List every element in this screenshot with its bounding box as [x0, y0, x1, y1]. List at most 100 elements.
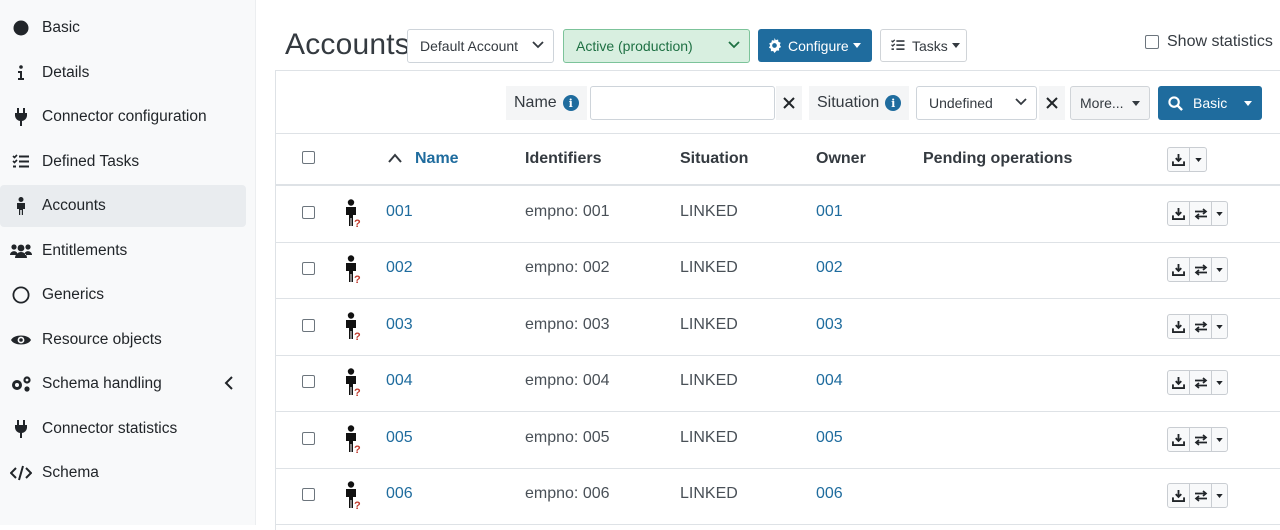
account-situation: LINKED	[680, 259, 738, 276]
sidebar-item-label: Details	[42, 64, 90, 81]
situation-filter-select[interactable]: Undefined	[916, 86, 1037, 120]
column-header-name[interactable]: Name	[415, 150, 459, 168]
import-button[interactable]	[1168, 202, 1190, 225]
sidebar-item-details[interactable]: Details	[0, 52, 246, 94]
clear-name-filter-button[interactable]	[776, 86, 802, 120]
search-mode-dropdown[interactable]	[1234, 86, 1262, 120]
sidebar-item-basic[interactable]: Basic	[0, 7, 246, 49]
caret-down-icon	[1216, 211, 1223, 216]
search-button[interactable]: Basic	[1158, 86, 1234, 120]
account-select-value: Default Account	[420, 38, 519, 54]
export-button[interactable]	[1168, 148, 1190, 171]
row-actions-dropdown[interactable]	[1212, 484, 1227, 507]
account-name-link[interactable]: 004	[386, 372, 413, 390]
sidebar-item-schema-handling[interactable]: Schema handling	[0, 363, 246, 405]
row-checkbox[interactable]	[302, 432, 315, 445]
sidebar-item-connector-configuration[interactable]: Connector configuration	[0, 96, 246, 138]
plug-icon	[10, 107, 32, 127]
synchronize-button[interactable]	[1190, 484, 1212, 507]
row-checkbox[interactable]	[302, 262, 315, 275]
account-name-link[interactable]: 002	[386, 259, 413, 277]
synchronize-button[interactable]	[1190, 315, 1212, 338]
caret-down-icon	[1194, 157, 1202, 162]
account-unknown-icon: ?	[340, 312, 364, 343]
situation-filter-label: Situation i	[809, 86, 910, 120]
task-list-icon	[10, 152, 32, 172]
sidebar-item-connector-statistics[interactable]: Connector statistics	[0, 408, 246, 450]
sidebar-item-label: Entitlements	[42, 242, 128, 259]
synchronize-button[interactable]	[1190, 428, 1212, 451]
sort-ascending-icon[interactable]	[387, 153, 403, 163]
import-button[interactable]	[1168, 371, 1190, 394]
account-owner-link[interactable]: 004	[816, 372, 843, 390]
lifecycle-state-select[interactable]: Active (production)	[563, 29, 750, 63]
row-actions-dropdown[interactable]	[1212, 371, 1227, 394]
account-owner-link[interactable]: 003	[816, 316, 843, 334]
export-dropdown[interactable]	[1190, 148, 1206, 171]
import-button[interactable]	[1168, 484, 1190, 507]
show-statistics-checkbox[interactable]	[1145, 35, 1159, 49]
account-owner-link[interactable]: 006	[816, 485, 843, 503]
import-button[interactable]	[1168, 258, 1190, 281]
chevron-down-icon	[531, 38, 545, 55]
chevron-left-icon[interactable]	[224, 375, 234, 396]
clear-situation-filter-button[interactable]	[1039, 86, 1065, 120]
configure-button[interactable]: Configure	[758, 29, 872, 62]
sidebar-item-generics[interactable]: Generics	[0, 274, 246, 316]
account-name-link[interactable]: 006	[386, 485, 413, 503]
row-checkbox[interactable]	[302, 206, 315, 219]
account-name-link[interactable]: 005	[386, 429, 413, 447]
row-divider	[276, 468, 1280, 469]
sidebar-item-label: Generics	[42, 286, 105, 303]
exchange-icon	[1194, 320, 1208, 333]
row-actions-dropdown[interactable]	[1212, 202, 1227, 225]
caret-down-icon	[1244, 100, 1252, 106]
import-button[interactable]	[1168, 315, 1190, 338]
tasks-button[interactable]: Tasks	[880, 29, 967, 62]
users-icon	[10, 241, 32, 261]
row-actions-dropdown[interactable]	[1212, 428, 1227, 451]
sidebar-item-label: Connector statistics	[42, 420, 178, 437]
synchronize-button[interactable]	[1190, 371, 1212, 394]
synchronize-button[interactable]	[1190, 202, 1212, 225]
sidebar-item-resource-objects[interactable]: Resource objects	[0, 319, 246, 361]
sidebar-item-schema[interactable]: Schema	[0, 452, 246, 494]
show-statistics-toggle[interactable]: Show statistics	[1145, 33, 1273, 51]
row-checkbox[interactable]	[302, 488, 315, 501]
row-actions-dropdown[interactable]	[1212, 258, 1227, 281]
more-filters-button[interactable]: More...	[1070, 86, 1150, 120]
download-icon	[1172, 489, 1185, 502]
sidebar-item-defined-tasks[interactable]: Defined Tasks	[0, 141, 246, 183]
row-checkbox[interactable]	[302, 375, 315, 388]
import-button[interactable]	[1168, 428, 1190, 451]
account-name-link[interactable]: 003	[386, 316, 413, 334]
account-identifiers: empno: 001	[525, 203, 610, 220]
account-select[interactable]: Default Account	[407, 29, 554, 63]
name-filter-input[interactable]	[590, 86, 775, 120]
lifecycle-state-value: Active (production)	[576, 38, 693, 54]
account-situation: LINKED	[680, 203, 738, 220]
row-actions-group	[1167, 201, 1228, 226]
caret-down-icon	[1216, 380, 1223, 385]
row-actions-dropdown[interactable]	[1212, 315, 1227, 338]
sidebar-item-accounts[interactable]: Accounts	[0, 185, 246, 227]
download-icon	[1172, 433, 1185, 446]
row-actions-group	[1167, 370, 1228, 395]
row-actions-group	[1167, 314, 1228, 339]
row-checkbox[interactable]	[302, 319, 315, 332]
column-header-identifiers: Identifiers	[525, 150, 602, 167]
info-icon[interactable]: i	[562, 95, 579, 111]
sidebar-item-entitlements[interactable]: Entitlements	[0, 230, 246, 272]
name-filter-label: Name i	[506, 86, 587, 120]
account-owner-link[interactable]: 005	[816, 429, 843, 447]
account-owner-link[interactable]: 001	[816, 203, 843, 221]
select-all-checkbox[interactable]	[302, 151, 315, 164]
download-icon	[1172, 153, 1185, 166]
row-divider	[276, 298, 1280, 299]
account-owner-link[interactable]: 002	[816, 259, 843, 277]
synchronize-button[interactable]	[1190, 258, 1212, 281]
account-name-link[interactable]: 001	[386, 203, 413, 221]
column-header-situation: Situation	[680, 150, 749, 167]
info-icon[interactable]: i	[885, 95, 902, 111]
code-icon	[10, 463, 32, 483]
